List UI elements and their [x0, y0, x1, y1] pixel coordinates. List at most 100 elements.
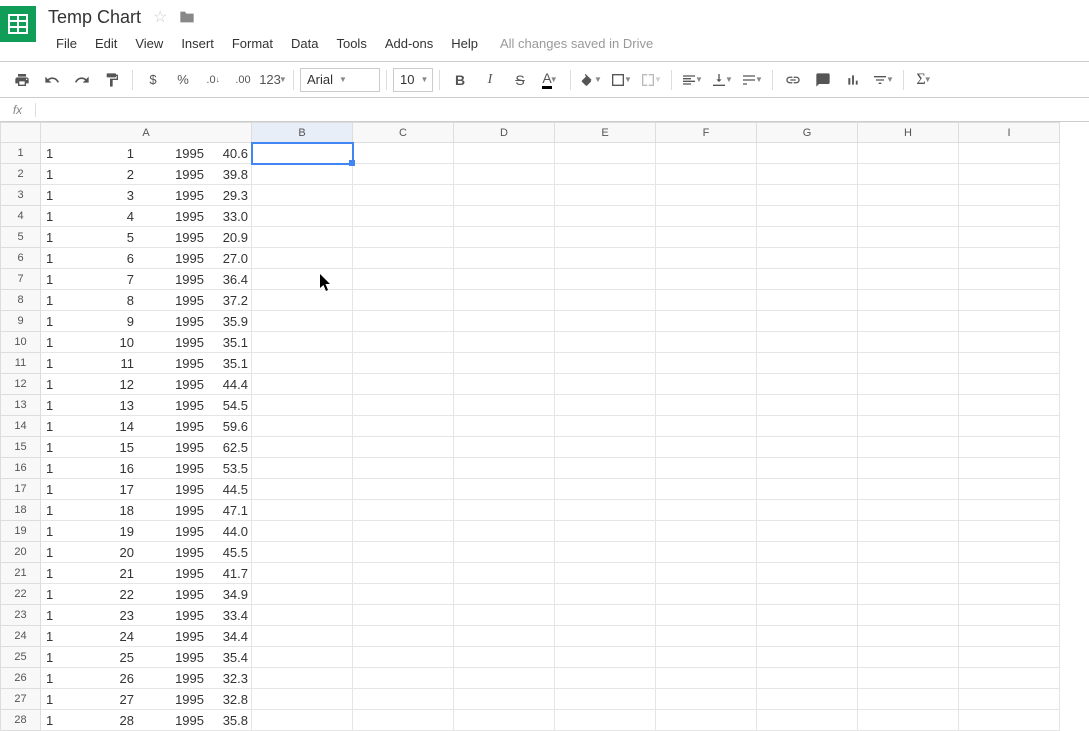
cell[interactable] [757, 563, 858, 584]
row-header[interactable]: 11 [1, 353, 41, 374]
cell[interactable] [959, 647, 1060, 668]
print-button[interactable] [8, 66, 36, 94]
cell[interactable] [858, 227, 959, 248]
cell[interactable] [454, 563, 555, 584]
row-header[interactable]: 12 [1, 374, 41, 395]
cell[interactable] [656, 584, 757, 605]
cell[interactable] [252, 206, 353, 227]
cell[interactable] [555, 374, 656, 395]
cell[interactable] [252, 248, 353, 269]
cell[interactable] [656, 647, 757, 668]
cell[interactable] [858, 395, 959, 416]
text-wrap-button[interactable]: ▼ [738, 66, 766, 94]
cell[interactable] [555, 227, 656, 248]
cell[interactable] [959, 437, 1060, 458]
cell[interactable]: 1 14 1995 59.6 [41, 416, 252, 437]
cell[interactable] [555, 248, 656, 269]
cell[interactable] [252, 500, 353, 521]
cell[interactable]: 1 17 1995 44.5 [41, 479, 252, 500]
cell[interactable] [353, 437, 454, 458]
cell[interactable] [454, 395, 555, 416]
cell[interactable] [353, 689, 454, 710]
cell[interactable] [757, 143, 858, 164]
cell[interactable] [858, 626, 959, 647]
cell[interactable] [858, 143, 959, 164]
font-size-select[interactable]: 10▼ [393, 68, 433, 92]
cell[interactable] [656, 479, 757, 500]
insert-comment-button[interactable] [809, 66, 837, 94]
cell[interactable] [555, 332, 656, 353]
row-header[interactable]: 14 [1, 416, 41, 437]
cell[interactable] [252, 605, 353, 626]
cell[interactable] [656, 374, 757, 395]
cell[interactable] [353, 521, 454, 542]
fill-color-button[interactable]: ▼ [577, 66, 605, 94]
cell[interactable] [353, 563, 454, 584]
cell[interactable] [252, 563, 353, 584]
cell[interactable] [959, 143, 1060, 164]
cell[interactable] [656, 311, 757, 332]
cell[interactable] [454, 542, 555, 563]
cell[interactable] [656, 332, 757, 353]
cell[interactable] [959, 290, 1060, 311]
row-header[interactable]: 22 [1, 584, 41, 605]
row-header[interactable]: 27 [1, 689, 41, 710]
cell[interactable] [656, 437, 757, 458]
cell[interactable] [858, 353, 959, 374]
cell[interactable]: 1 9 1995 35.9 [41, 311, 252, 332]
cell[interactable] [454, 416, 555, 437]
cell[interactable] [858, 668, 959, 689]
row-header[interactable]: 19 [1, 521, 41, 542]
cell[interactable] [555, 437, 656, 458]
cell[interactable]: 1 8 1995 37.2 [41, 290, 252, 311]
cell[interactable] [454, 647, 555, 668]
cell[interactable]: 1 10 1995 35.1 [41, 332, 252, 353]
menu-view[interactable]: View [127, 32, 171, 55]
cell[interactable] [656, 458, 757, 479]
cell[interactable] [656, 353, 757, 374]
cell[interactable] [858, 164, 959, 185]
cell[interactable] [555, 563, 656, 584]
cell[interactable] [555, 542, 656, 563]
cell[interactable] [858, 311, 959, 332]
strikethrough-button[interactable]: S [506, 66, 534, 94]
cell[interactable] [858, 563, 959, 584]
cell[interactable] [656, 605, 757, 626]
cell[interactable] [454, 437, 555, 458]
font-select[interactable]: Arial▼ [300, 68, 380, 92]
cell[interactable] [959, 395, 1060, 416]
cell[interactable] [757, 710, 858, 731]
cell[interactable] [656, 164, 757, 185]
row-header[interactable]: 28 [1, 710, 41, 731]
cell[interactable] [858, 584, 959, 605]
row-header[interactable]: 6 [1, 248, 41, 269]
bold-button[interactable]: B [446, 66, 474, 94]
cell[interactable] [757, 542, 858, 563]
cell[interactable]: 1 7 1995 36.4 [41, 269, 252, 290]
menu-insert[interactable]: Insert [173, 32, 222, 55]
menu-tools[interactable]: Tools [328, 32, 374, 55]
cell[interactable] [858, 521, 959, 542]
cell[interactable] [757, 479, 858, 500]
cell[interactable] [858, 248, 959, 269]
col-header-C[interactable]: C [353, 123, 454, 143]
spreadsheet-grid[interactable]: A B C D E F G H I 1 1 1 1995 40.6 2 [0, 122, 1060, 731]
cell[interactable] [252, 353, 353, 374]
cell[interactable] [252, 290, 353, 311]
cell[interactable] [252, 584, 353, 605]
row-header[interactable]: 23 [1, 605, 41, 626]
cell[interactable] [252, 416, 353, 437]
cell[interactable] [353, 584, 454, 605]
col-header-D[interactable]: D [454, 123, 555, 143]
cell[interactable] [353, 647, 454, 668]
row-header[interactable]: 3 [1, 185, 41, 206]
cell[interactable] [858, 500, 959, 521]
cell[interactable] [757, 500, 858, 521]
cell[interactable] [353, 395, 454, 416]
cell[interactable] [555, 395, 656, 416]
cell[interactable] [858, 206, 959, 227]
cell[interactable] [252, 437, 353, 458]
cell[interactable] [555, 164, 656, 185]
formula-input[interactable] [36, 102, 1089, 117]
cell[interactable] [959, 248, 1060, 269]
